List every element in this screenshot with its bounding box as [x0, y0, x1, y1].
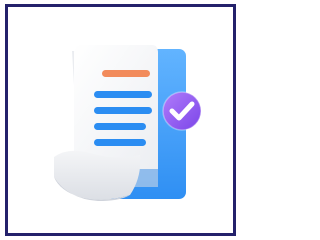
text-line [94, 123, 146, 130]
text-line [94, 107, 152, 114]
text-line [94, 91, 152, 98]
icon-frame [5, 4, 236, 236]
text-line [94, 139, 146, 146]
document-checkmark-icon [54, 45, 202, 201]
header-line [102, 70, 150, 77]
paper-curl [54, 150, 141, 200]
